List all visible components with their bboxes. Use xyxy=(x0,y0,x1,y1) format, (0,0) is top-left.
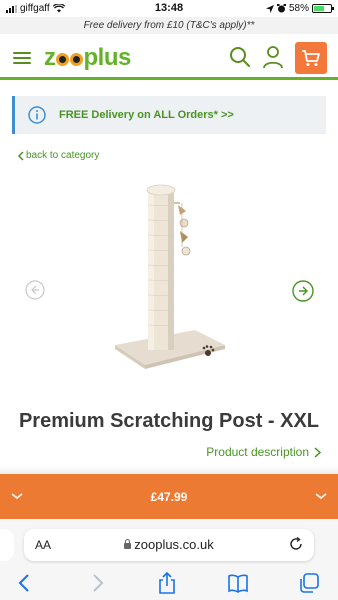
location-icon xyxy=(265,4,274,13)
chevron-down-icon[interactable] xyxy=(315,491,327,501)
price-bar[interactable]: £47.99 xyxy=(0,474,338,519)
bookmarks-icon[interactable] xyxy=(227,572,249,594)
status-bar: giffgaff 13:48 58% xyxy=(0,0,338,17)
back-to-category-link[interactable]: back to category xyxy=(17,150,99,161)
search-icon[interactable] xyxy=(229,46,251,68)
status-right: 58% xyxy=(265,3,334,14)
tabs-icon[interactable] xyxy=(298,572,320,594)
url-text: zooplus.co.uk xyxy=(134,537,214,552)
account-icon[interactable] xyxy=(262,45,284,69)
browser-chrome: AA zooplus.co.uk xyxy=(0,519,338,600)
product-image[interactable] xyxy=(100,175,240,375)
chevron-down-icon[interactable] xyxy=(11,491,23,501)
back-icon[interactable] xyxy=(14,572,36,594)
forward-icon[interactable] xyxy=(86,572,108,594)
battery-icon xyxy=(312,4,334,13)
url-display[interactable]: zooplus.co.uk xyxy=(24,537,314,552)
reload-icon[interactable] xyxy=(289,537,303,551)
cart-button[interactable] xyxy=(295,42,327,74)
alarm-icon xyxy=(276,4,286,13)
menu-icon[interactable] xyxy=(13,52,31,64)
carousel-prev-button[interactable] xyxy=(25,280,45,300)
product-description-label: Product description xyxy=(206,445,309,459)
price-label: £47.99 xyxy=(150,489,188,504)
zooplus-logo[interactable]: z plus xyxy=(44,44,131,72)
address-bar[interactable]: AA zooplus.co.uk xyxy=(24,529,314,561)
battery-percent: 58% xyxy=(288,3,309,14)
info-icon xyxy=(28,106,46,124)
product-title: Premium Scratching Post - XXL xyxy=(18,410,320,432)
back-label: back to category xyxy=(26,150,100,161)
cart-icon xyxy=(302,50,320,66)
share-icon[interactable] xyxy=(156,572,178,594)
delivery-banner[interactable]: FREE Delivery on ALL Orders* >> xyxy=(12,96,326,134)
lock-icon xyxy=(124,539,132,549)
chevron-right-icon xyxy=(314,446,321,458)
product-description-link[interactable]: Product description xyxy=(206,445,321,459)
carousel-next-button[interactable] xyxy=(292,280,314,302)
site-header: z plus xyxy=(0,34,338,80)
delivery-text: FREE Delivery on ALL Orders* >> xyxy=(59,109,234,121)
browser-toolbar xyxy=(0,572,338,594)
promo-bar[interactable]: Free delivery from £10 (T&C's apply)** xyxy=(0,17,338,34)
section-divider xyxy=(0,466,338,474)
chevron-left-icon xyxy=(17,150,24,161)
previous-tab-peek[interactable] xyxy=(0,529,14,561)
